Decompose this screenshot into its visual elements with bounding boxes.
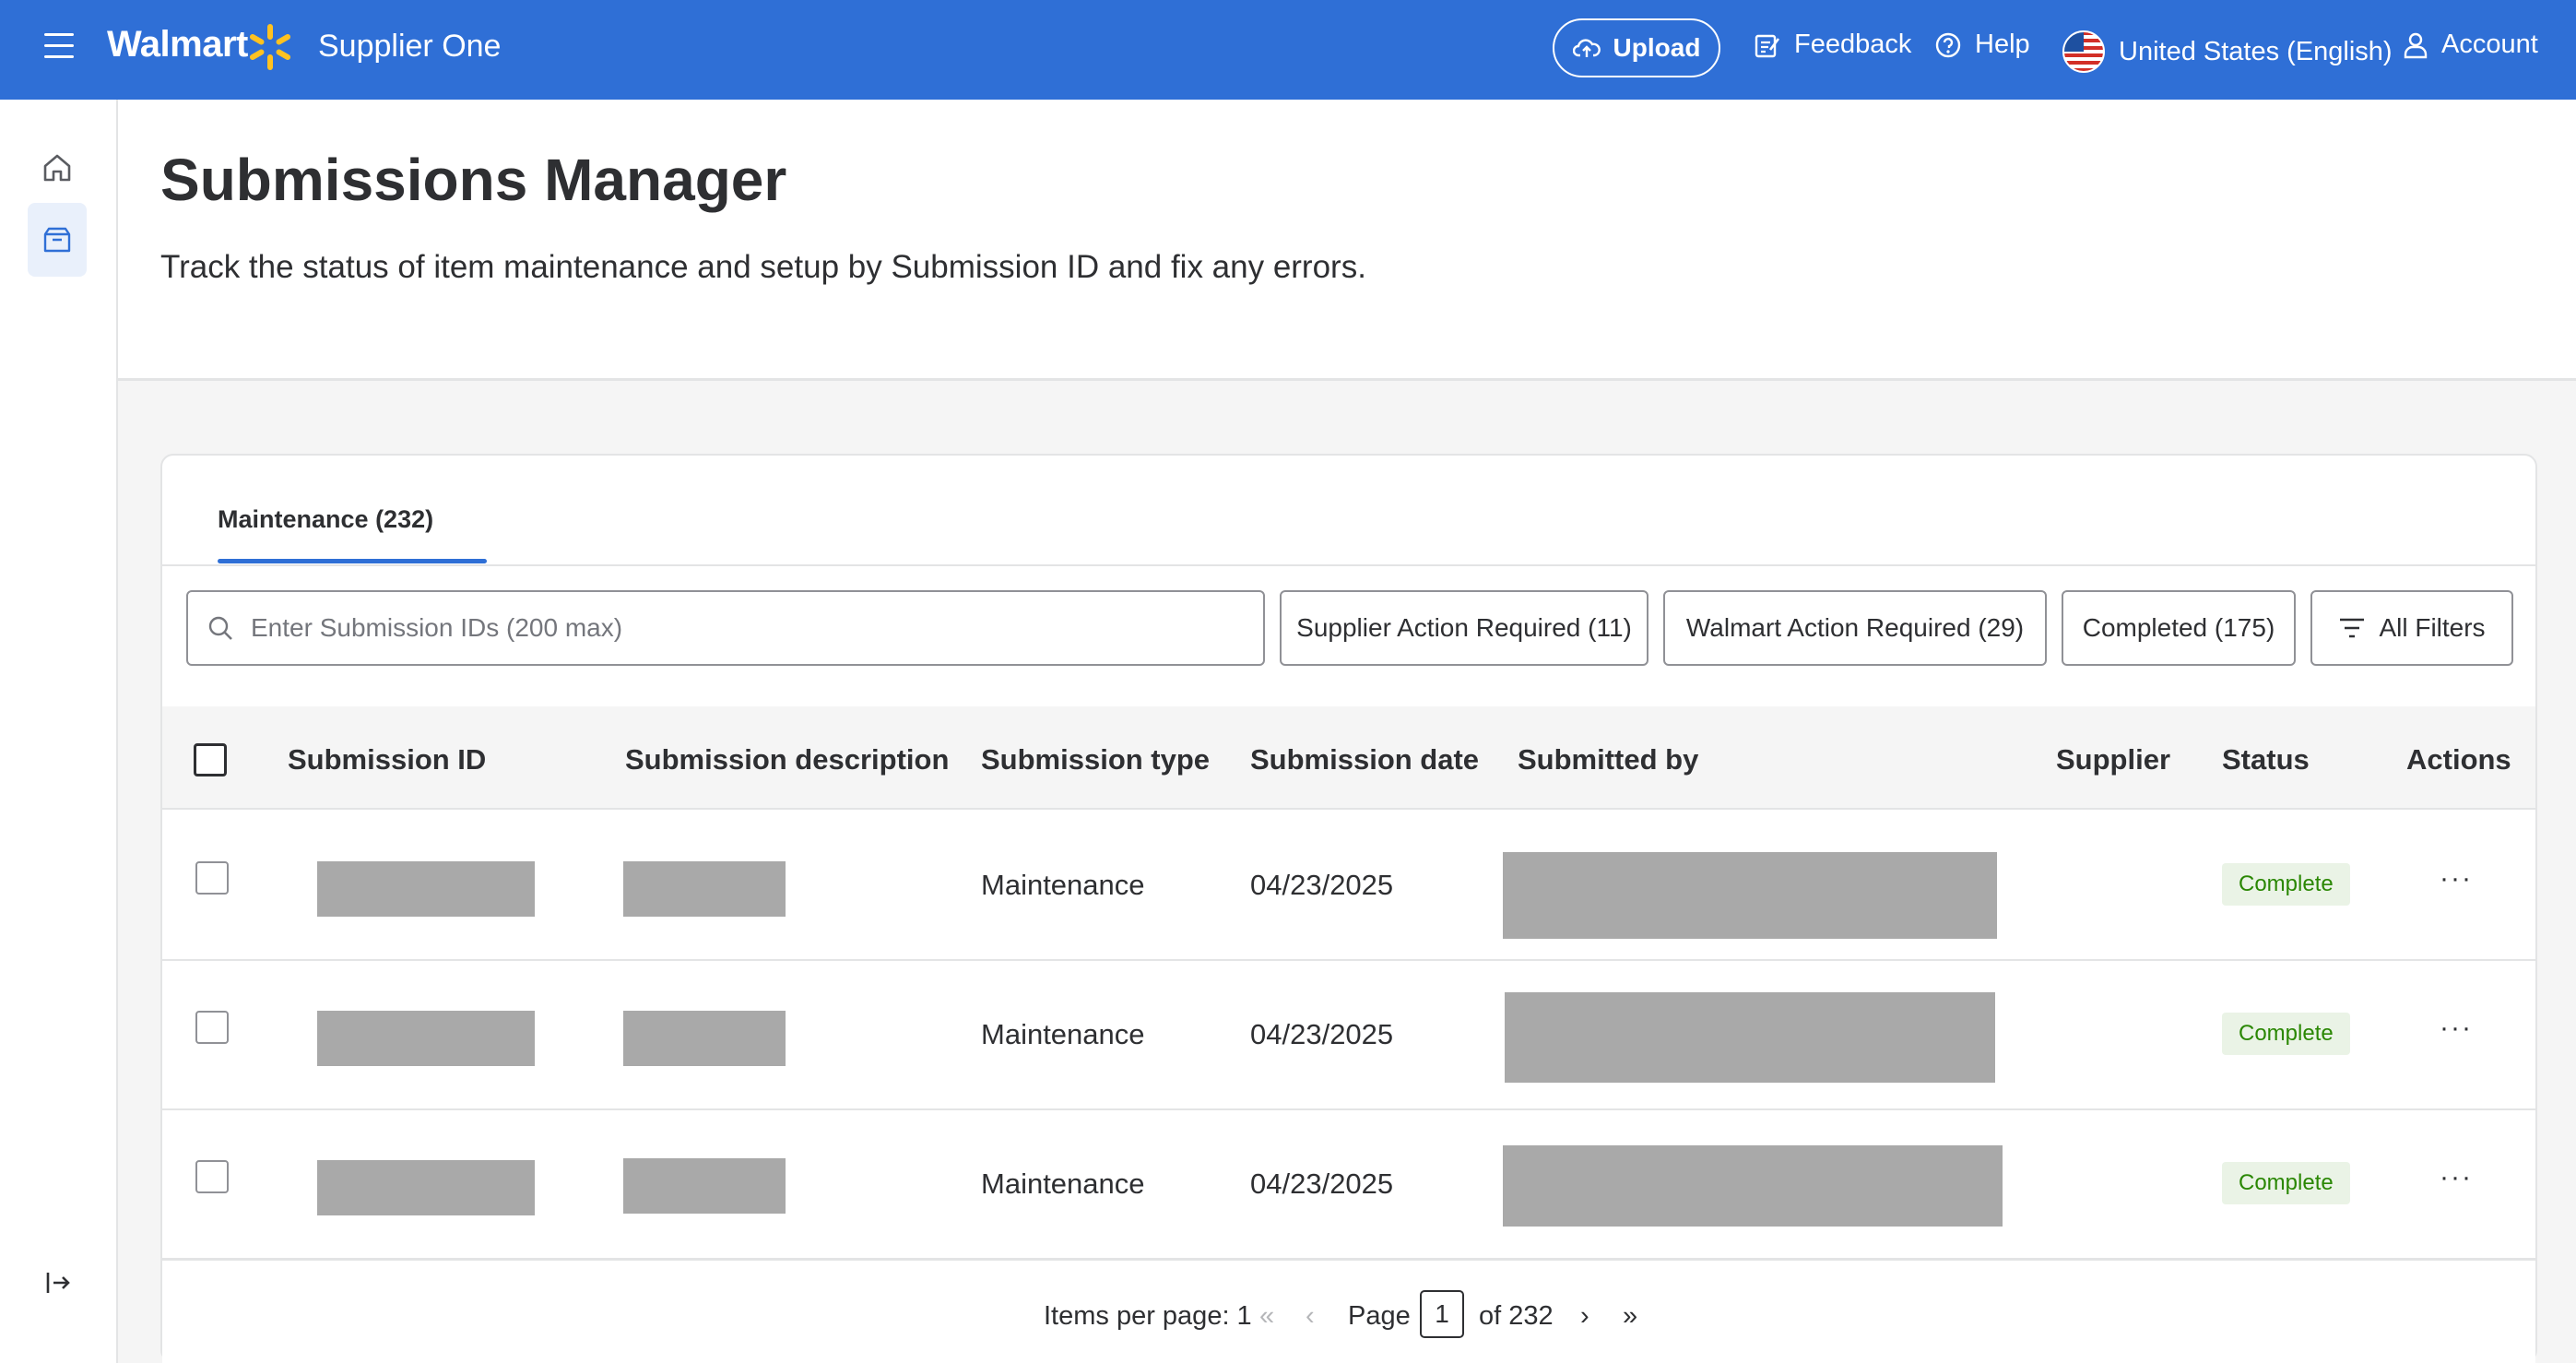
feedback-label: Feedback: [1794, 30, 1912, 59]
redacted-submitted-by: [1505, 992, 1995, 1083]
table-row: Maintenance 04/23/2025 Complete ···: [162, 1110, 2535, 1260]
col-status[interactable]: Status: [2222, 743, 2310, 776]
items-per-page[interactable]: Items per page: 1: [1044, 1301, 1252, 1332]
page-label: Page: [1348, 1301, 1411, 1331]
redacted-submitted-by: [1503, 1145, 2003, 1227]
submission-type: Maintenance: [981, 1167, 1145, 1200]
account-label: Account: [2441, 30, 2538, 59]
pagination-bar: Items per page: 1 « ‹ Page 1 of 232 › »: [162, 1258, 2535, 1363]
filter-walmart-action-required[interactable]: Walmart Action Required (29): [1663, 590, 2047, 666]
first-page-icon[interactable]: «: [1259, 1301, 1274, 1332]
col-submission-type[interactable]: Submission type: [981, 743, 1210, 776]
redacted-description: [623, 861, 786, 917]
filter-icon: [2340, 618, 2365, 638]
col-submission-description[interactable]: Submission description: [625, 743, 949, 776]
all-filters-label: All Filters: [2379, 613, 2486, 642]
row-actions-menu[interactable]: ···: [2440, 1013, 2473, 1044]
tab-maintenance[interactable]: Maintenance (232): [218, 505, 433, 547]
upload-button[interactable]: Upload: [1553, 18, 1720, 77]
col-submission-id[interactable]: Submission ID: [288, 743, 486, 776]
row-actions-menu[interactable]: ···: [2440, 1162, 2473, 1193]
select-all-checkbox[interactable]: [194, 743, 227, 776]
top-header: Walmart Supplier One Upload Feedback Hel…: [0, 0, 2576, 100]
col-supplier[interactable]: Supplier: [2056, 743, 2170, 776]
filter-completed[interactable]: Completed (175): [2062, 590, 2296, 666]
status-badge: Complete: [2222, 1162, 2350, 1204]
box-icon: [43, 227, 71, 253]
account-link[interactable]: Account: [2403, 30, 2538, 60]
redacted-submitted-by: [1503, 852, 1997, 939]
tab-count: (232): [375, 505, 434, 533]
next-page-icon[interactable]: ›: [1580, 1301, 1589, 1332]
redacted-description: [623, 1011, 786, 1066]
collapse-icon[interactable]: [42, 1267, 74, 1298]
help-label: Help: [1975, 30, 2030, 59]
status-badge: Complete: [2222, 1013, 2350, 1055]
prev-page-icon[interactable]: ‹: [1306, 1301, 1315, 1332]
col-actions: Actions: [2406, 743, 2511, 776]
filter-supplier-action-required[interactable]: Supplier Action Required (11): [1280, 590, 1648, 666]
row-checkbox[interactable]: [195, 1011, 229, 1044]
redacted-description: [623, 1158, 786, 1214]
submission-date: 04/23/2025: [1250, 1018, 1394, 1050]
us-flag-icon: [2062, 30, 2105, 73]
nav-item-submissions[interactable]: [28, 203, 87, 277]
walmart-spark-icon: [249, 24, 291, 70]
page-description: Track the status of item maintenance and…: [160, 249, 1366, 285]
user-icon: [2404, 32, 2428, 58]
row-checkbox[interactable]: [195, 861, 229, 895]
page-number-input[interactable]: 1: [1420, 1290, 1464, 1338]
page-title: Submissions Manager: [160, 147, 787, 213]
tab-strip: Maintenance (232): [162, 456, 2535, 566]
redacted-submission-id: [317, 861, 535, 917]
locale-selector[interactable]: United States (English): [2062, 30, 2393, 74]
brand-logo-text[interactable]: Walmart: [107, 24, 248, 65]
submission-date: 04/23/2025: [1250, 869, 1394, 901]
active-tab-indicator: [218, 559, 487, 563]
col-submission-date[interactable]: Submission date: [1250, 743, 1479, 776]
row-checkbox[interactable]: [195, 1160, 229, 1193]
table-row: Maintenance 04/23/2025 Complete ···: [162, 812, 2535, 961]
col-submitted-by[interactable]: Submitted by: [1518, 743, 1698, 776]
submission-date: 04/23/2025: [1250, 1167, 1394, 1200]
product-name: Supplier One: [318, 29, 502, 64]
search-box: [186, 590, 1265, 666]
page-header: Submissions Manager Track the status of …: [118, 100, 2576, 381]
table-row: Maintenance 04/23/2025 Complete ···: [162, 961, 2535, 1110]
row-actions-menu[interactable]: ···: [2440, 863, 2473, 895]
home-icon[interactable]: [41, 151, 74, 184]
submission-id-search-input[interactable]: [251, 613, 1228, 643]
help-link[interactable]: Help: [1934, 30, 2030, 60]
page-total: of 232: [1479, 1301, 1554, 1331]
help-icon: [1935, 32, 1961, 57]
redacted-submission-id: [317, 1160, 535, 1215]
feedback-link[interactable]: Feedback: [1754, 30, 1911, 60]
locale-label: United States (English): [2119, 36, 2393, 66]
submission-type: Maintenance: [981, 869, 1145, 901]
left-nav-rail: [0, 100, 118, 1363]
last-page-icon[interactable]: »: [1623, 1301, 1637, 1332]
redacted-submission-id: [317, 1011, 535, 1066]
all-filters-button[interactable]: All Filters: [2310, 590, 2513, 666]
table-header: Submission ID Submission description Sub…: [162, 706, 2535, 810]
cloud-upload-icon: [1572, 39, 1601, 57]
tab-label: Maintenance: [218, 505, 369, 533]
submissions-card: Maintenance (232) Supplier Action Requir…: [160, 454, 2537, 1363]
menu-icon[interactable]: [44, 33, 74, 66]
feedback-icon: [1755, 34, 1780, 57]
submission-type: Maintenance: [981, 1018, 1145, 1050]
search-icon: [208, 616, 232, 640]
status-badge: Complete: [2222, 863, 2350, 906]
upload-label: Upload: [1613, 33, 1701, 62]
